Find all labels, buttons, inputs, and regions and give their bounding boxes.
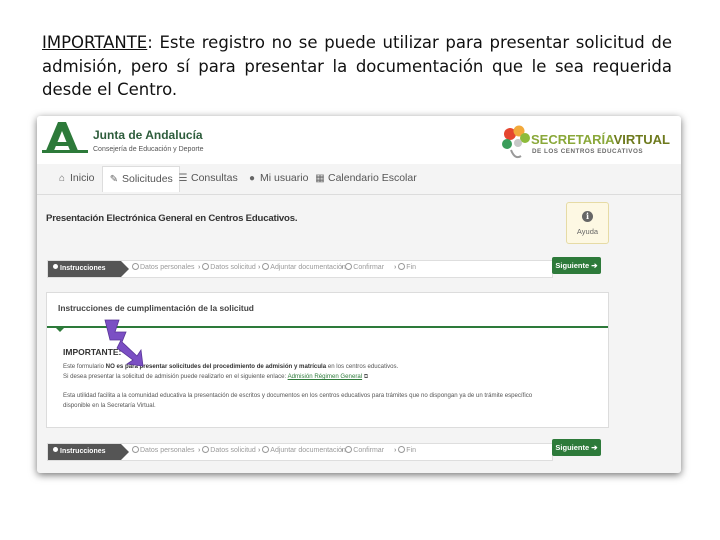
step-datos-solicitud[interactable]: › Datos solicitud (198, 262, 256, 271)
step-confirmar-bottom[interactable]: › Confirmar (341, 445, 384, 454)
panel-title: Instrucciones de cumplimentación de la s… (58, 303, 254, 313)
screenshot-frame: Junta de Andalucía Consejería de Educaci… (37, 116, 681, 473)
arrow-right-icon: ➔ (591, 443, 598, 452)
lightning-arrow-icon (104, 319, 144, 367)
step-instrucciones[interactable]: Instrucciones (48, 261, 129, 277)
org-brand: Junta de Andalucía Consejería de Educaci… (93, 128, 204, 153)
sv-title: SECRETARÍAVIRTUAL (531, 132, 670, 147)
info-icon: i (582, 211, 593, 222)
home-icon: ⌂ (58, 173, 66, 184)
nav-item-solicitudes[interactable]: ✎ Solicitudes (102, 166, 180, 192)
calendar-icon: ▦ (315, 173, 325, 184)
secretaria-virtual-logo: SECRETARÍAVIRTUAL DE LOS CENTROS EDUCATI… (499, 122, 670, 162)
panel-line-3: Esta utilidad facilita a la comunidad ed… (63, 392, 533, 399)
site-header: Junta de Andalucía Consejería de Educaci… (37, 116, 681, 164)
step-confirmar[interactable]: › Confirmar (341, 262, 384, 271)
steps-bar-bottom: Instrucciones Datos personales › Datos s… (47, 443, 553, 461)
panel-line-4: disponible en la Secretaría Virtual. (63, 402, 156, 409)
important-note: IMPORTANTE: Este registro no se puede ut… (42, 31, 672, 102)
nav-item-mi-usuario[interactable]: ● Mi usuario (247, 172, 308, 184)
step-fin-bottom[interactable]: › Fin (394, 445, 416, 454)
main-nav: ⌂ Inicio ✎ Solicitudes ☰ Consultas ● Mi usua… (37, 164, 681, 195)
external-link-icon: ⧉ (363, 373, 369, 380)
step-adjuntar-bottom[interactable]: › Adjuntar documentación (258, 445, 346, 454)
list-icon: ☰ (178, 173, 188, 184)
nav-item-inicio[interactable]: ⌂ Inicio (57, 172, 95, 184)
step-datos-personales[interactable]: Datos personales (132, 262, 194, 271)
next-button-top[interactable]: Siguiente ➔ (552, 257, 601, 274)
step-datos-solicitud-bottom[interactable]: › Datos solicitud (198, 445, 256, 454)
flower-logo-icon (502, 125, 530, 159)
next-button-bottom[interactable]: Siguiente ➔ (552, 439, 601, 456)
help-button[interactable]: i Ayuda (566, 202, 609, 244)
nav-item-calendario[interactable]: ▦ Calendario Escolar (315, 172, 416, 184)
nav-item-consultas[interactable]: ☰ Consultas (178, 172, 238, 184)
junta-logo-icon (42, 122, 88, 153)
org-subtitle: Consejería de Educación y Deporte (93, 146, 204, 153)
note-label: IMPORTANTE (42, 33, 148, 52)
pencil-icon: ✎ (109, 174, 119, 185)
panel-notch (55, 327, 65, 332)
step-instrucciones-bottom[interactable]: Instrucciones (48, 444, 129, 460)
step-fin[interactable]: › Fin (394, 262, 416, 271)
help-label: Ayuda (576, 227, 599, 236)
step-datos-personales-bottom[interactable]: Datos personales (132, 445, 194, 454)
page-title: Presentación Electrónica General en Cent… (46, 213, 298, 224)
step-adjuntar[interactable]: › Adjuntar documentación (258, 262, 346, 271)
panel-line-2: Si desea presentar la solicitud de admis… (63, 373, 369, 380)
admision-link[interactable]: Admisión Régimen General (288, 373, 363, 380)
arrow-right-icon: ➔ (591, 261, 598, 270)
sv-subtitle: DE LOS CENTROS EDUCATIVOS (532, 148, 644, 155)
org-name: Junta de Andalucía (93, 128, 203, 142)
user-icon: ● (248, 173, 256, 184)
steps-bar-top: Instrucciones Datos personales › Datos s… (47, 260, 553, 278)
